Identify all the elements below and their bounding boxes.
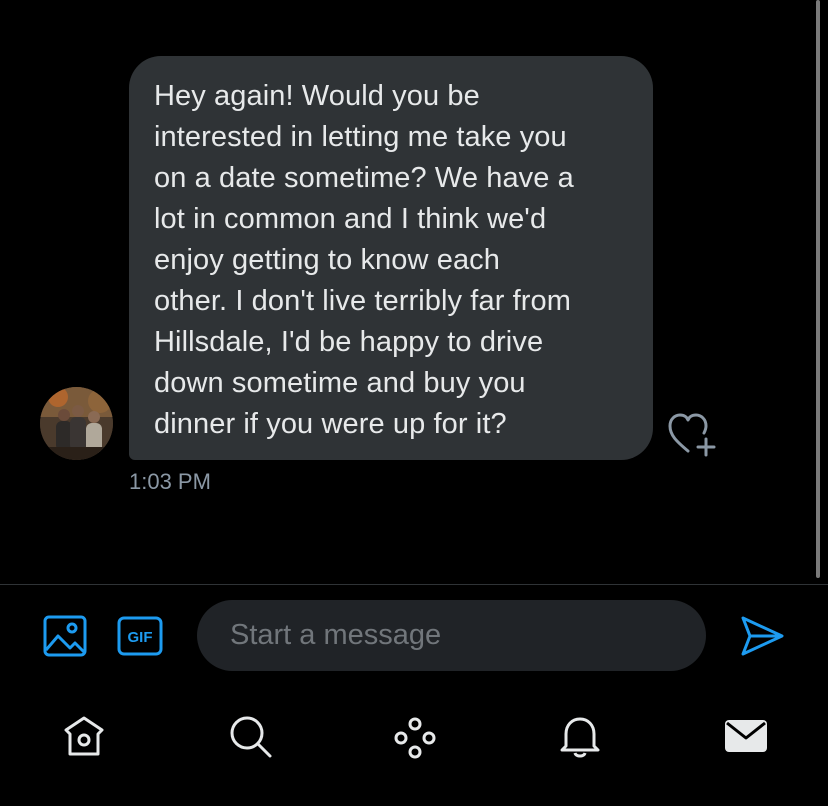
message-input[interactable]: Start a message xyxy=(197,600,706,671)
avatar-photo xyxy=(40,387,113,460)
gif-button[interactable]: GIF xyxy=(117,616,163,656)
spaces-icon[interactable] xyxy=(391,712,439,760)
gif-label: GIF xyxy=(128,629,153,646)
message-timestamp: 1:03 PM xyxy=(129,469,211,494)
react-heart-add-icon[interactable] xyxy=(668,413,718,457)
scrollbar[interactable] xyxy=(816,0,820,578)
received-message-bubble[interactable]: Hey again! Would you be interested in le… xyxy=(129,56,653,460)
sender-avatar[interactable] xyxy=(40,387,113,460)
home-icon[interactable] xyxy=(60,712,108,760)
composer-divider xyxy=(0,584,828,585)
messages-envelope-icon[interactable] xyxy=(722,712,770,760)
media-image-icon[interactable] xyxy=(42,614,88,658)
notifications-bell-icon[interactable] xyxy=(556,712,604,760)
send-icon[interactable] xyxy=(738,612,786,660)
search-icon[interactable] xyxy=(226,712,274,760)
